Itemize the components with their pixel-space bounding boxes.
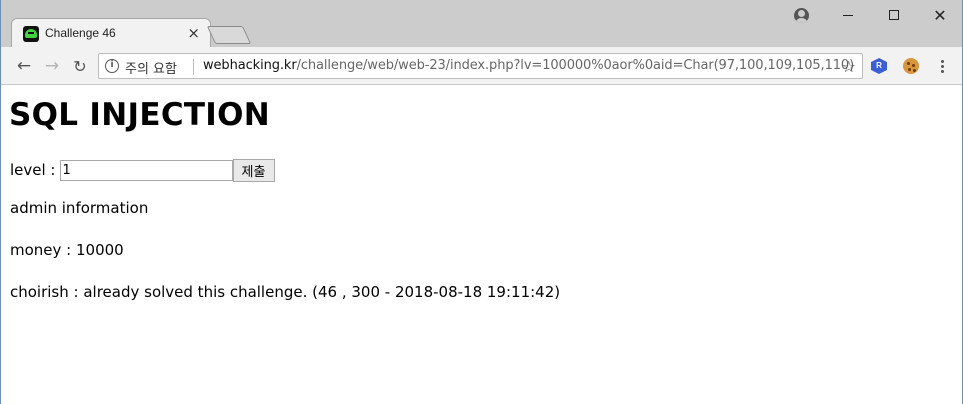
star-icon[interactable]: ☆ [842, 57, 856, 76]
browser-toolbar: ← → ↻ i 주의 요함 webhacking.kr/challenge/we… [1, 47, 962, 85]
tab-close-icon[interactable]: × [187, 24, 200, 42]
extension-cookie-button[interactable] [902, 57, 920, 75]
page-title: SQL INJECTION [9, 97, 271, 133]
admin-information-text: admin information [10, 199, 149, 217]
more-vert-icon[interactable] [933, 57, 951, 75]
tab-challenge-46[interactable]: Challenge 46 × [11, 18, 211, 48]
url-host: webhacking.kr [203, 58, 297, 73]
cookie-icon [903, 58, 919, 74]
security-label[interactable]: 주의 요함 [125, 58, 177, 77]
submit-button[interactable]: 제출 [232, 158, 275, 182]
tab-strip: Challenge 46 × ✕ [1, 0, 963, 48]
arrow-right-icon: → [44, 56, 60, 76]
money-text: money : 10000 [10, 241, 124, 259]
reload-icon: ↻ [73, 56, 87, 76]
level-input[interactable] [59, 159, 233, 181]
url-text[interactable]: webhacking.kr/challenge/web/web-23/index… [203, 58, 854, 73]
level-form: level : 제출 [10, 158, 275, 182]
minimize-icon [843, 14, 853, 16]
maximize-icon [889, 10, 899, 20]
solved-status-text: choirish : already solved this challenge… [10, 283, 561, 301]
profile-icon[interactable] [794, 8, 809, 23]
extension-r-icon: R [871, 58, 887, 74]
new-tab-button[interactable] [206, 26, 252, 44]
browser-window: Challenge 46 × ✕ ← → ↻ i 주의 요함 webhackin… [0, 0, 963, 404]
tab-title: Challenge 46 [45, 26, 116, 40]
forward-button[interactable]: → [41, 55, 63, 77]
url-path: /challenge/web/web-23/index.php?lv=10000… [296, 58, 855, 73]
extension-r-button[interactable]: R [870, 57, 888, 75]
minimize-button[interactable] [825, 4, 871, 26]
close-window-button[interactable]: ✕ [917, 4, 963, 26]
page-content: SQL INJECTION level : 제출 admin informati… [1, 86, 962, 404]
address-bar[interactable]: i 주의 요함 webhacking.kr/challenge/web/web-… [98, 53, 863, 79]
arrow-left-icon: ← [16, 56, 32, 76]
omnibox-divider [193, 59, 194, 75]
level-label: level : [10, 161, 56, 179]
close-icon: ✕ [933, 5, 947, 25]
favicon-icon [23, 26, 39, 42]
info-icon[interactable]: i [105, 59, 119, 73]
reload-button[interactable]: ↻ [69, 55, 91, 77]
maximize-button[interactable] [871, 4, 917, 26]
back-button[interactable]: ← [13, 55, 35, 77]
